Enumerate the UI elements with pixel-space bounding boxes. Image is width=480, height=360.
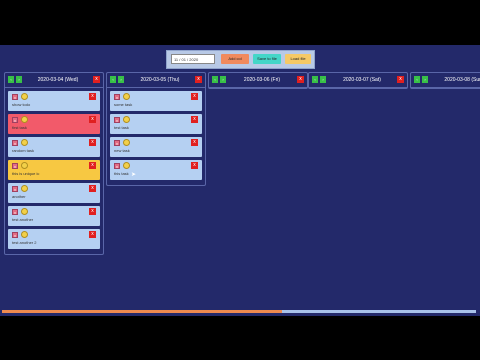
delete-task-button[interactable]: x (89, 208, 96, 215)
task-card[interactable]: x x this is unique ic (8, 160, 100, 180)
save-to-file-button[interactable]: Save to file (253, 54, 281, 64)
delete-task-button[interactable]: x (89, 231, 96, 238)
delete-task-button[interactable]: x (89, 116, 96, 123)
column-title: 2020-03-07 (Sat) (343, 77, 381, 83)
delete-task-button[interactable]: x (89, 93, 96, 100)
kanban-app: 11 / 01 / 2020 Add col Save to file Load… (0, 45, 480, 316)
task-checkbox[interactable]: x (12, 163, 18, 169)
column-header: ‹ › 2020-03-06 (Fri) x (209, 73, 307, 88)
column-header: ‹ › 2020-03-07 (Sat) x (309, 73, 407, 88)
day-column: ‹ › 2020-03-08 (Sun) x (410, 72, 480, 89)
move-left-button[interactable]: ‹ (110, 76, 116, 83)
task-checkbox[interactable]: x (114, 117, 120, 123)
delete-task-button[interactable]: x (89, 139, 96, 146)
task-text[interactable]: first task (12, 125, 27, 131)
task-text[interactable]: another (12, 194, 26, 200)
column-header: ‹ › 2020-03-05 (Thu) x (107, 73, 205, 88)
mouse-cursor-icon: ➤ (131, 172, 137, 178)
task-text[interactable]: show todo (12, 102, 30, 108)
task-card[interactable]: x x some task (110, 91, 202, 111)
task-checkbox[interactable]: x (12, 186, 18, 192)
move-right-button[interactable]: › (16, 76, 22, 83)
color-picker-icon[interactable] (21, 139, 28, 146)
move-right-button[interactable]: › (422, 76, 428, 83)
day-column: ‹ › 2020-03-05 (Thu) x x x some task x x… (106, 72, 206, 186)
load-file-button[interactable]: Load file (285, 54, 311, 64)
column-header: ‹ › 2020-03-08 (Sun) x (411, 73, 480, 88)
move-left-button[interactable]: ‹ (8, 76, 14, 83)
column-title: 2020-03-08 (Sun) (444, 77, 480, 83)
move-left-button[interactable]: ‹ (414, 76, 420, 83)
task-text[interactable]: test another 2 (12, 240, 36, 246)
column-header: ‹ › 2020-03-04 (Wed) x (5, 73, 103, 88)
column-title: 2020-03-05 (Thu) (140, 77, 180, 83)
task-checkbox[interactable]: x (114, 163, 120, 169)
color-picker-icon[interactable] (123, 139, 130, 146)
day-column: ‹ › 2020-03-04 (Wed) x x x show todo x x… (4, 72, 104, 255)
add-column-button[interactable]: Add col (221, 54, 249, 64)
delete-task-button[interactable]: x (191, 93, 198, 100)
task-text[interactable]: this is unique ic (12, 171, 39, 177)
color-picker-icon[interactable] (123, 162, 130, 169)
task-card[interactable]: x x first task (8, 114, 100, 134)
move-right-button[interactable]: › (118, 76, 124, 83)
task-checkbox[interactable]: x (12, 94, 18, 100)
task-checkbox[interactable]: x (12, 140, 18, 146)
task-checkbox[interactable]: x (114, 94, 120, 100)
day-column: ‹ › 2020-03-07 (Sat) x (308, 72, 408, 89)
task-checkbox[interactable]: x (114, 140, 120, 146)
task-list: x x some task x x test task x x new task… (107, 88, 205, 185)
task-checkbox[interactable]: x (12, 232, 18, 238)
horizontal-scrollbar[interactable] (2, 310, 476, 313)
task-text[interactable]: random task (12, 148, 34, 154)
task-text[interactable]: some task (114, 102, 132, 108)
delete-task-button[interactable]: x (191, 162, 198, 169)
task-card[interactable]: x x test task (110, 114, 202, 134)
delete-task-button[interactable]: x (89, 185, 96, 192)
color-picker-icon[interactable] (21, 93, 28, 100)
column-title: 2020-03-04 (Wed) (37, 77, 79, 83)
task-card[interactable]: x x random task (8, 137, 100, 157)
task-card[interactable]: x x test another 2 (8, 229, 100, 249)
scrollbar-thumb[interactable] (2, 310, 282, 313)
task-text[interactable]: new task (114, 148, 130, 154)
task-text[interactable]: test task (114, 125, 129, 131)
move-left-button[interactable]: ‹ (312, 76, 318, 83)
column-title: 2020-03-06 (Fri) (243, 77, 281, 83)
delete-task-button[interactable]: x (191, 139, 198, 146)
task-card[interactable]: x x this task (110, 160, 202, 180)
task-text[interactable]: test another (12, 217, 33, 223)
delete-task-button[interactable]: x (89, 162, 96, 169)
toolbar: 11 / 01 / 2020 Add col Save to file Load… (166, 50, 315, 69)
task-card[interactable]: x x test another (8, 206, 100, 226)
close-column-button[interactable]: x (195, 76, 202, 83)
task-card[interactable]: x x another (8, 183, 100, 203)
close-column-button[interactable]: x (397, 76, 404, 83)
task-text[interactable]: this task (114, 171, 129, 177)
color-picker-icon[interactable] (123, 116, 130, 123)
color-picker-icon[interactable] (21, 185, 28, 192)
color-picker-icon[interactable] (21, 208, 28, 215)
date-input[interactable]: 11 / 01 / 2020 (171, 54, 215, 64)
color-picker-icon[interactable] (21, 116, 28, 123)
color-picker-icon[interactable] (21, 231, 28, 238)
task-card[interactable]: x x show todo (8, 91, 100, 111)
task-checkbox[interactable]: x (12, 209, 18, 215)
day-column: ‹ › 2020-03-06 (Fri) x (208, 72, 308, 89)
close-column-button[interactable]: x (93, 76, 100, 83)
delete-task-button[interactable]: x (191, 116, 198, 123)
task-checkbox[interactable]: x (12, 117, 18, 123)
move-right-button[interactable]: › (320, 76, 326, 83)
color-picker-icon[interactable] (21, 162, 28, 169)
close-column-button[interactable]: x (297, 76, 304, 83)
task-list: x x show todo x x first task x x random … (5, 88, 103, 254)
task-card[interactable]: x x new task (110, 137, 202, 157)
move-right-button[interactable]: › (220, 76, 226, 83)
color-picker-icon[interactable] (123, 93, 130, 100)
move-left-button[interactable]: ‹ (212, 76, 218, 83)
